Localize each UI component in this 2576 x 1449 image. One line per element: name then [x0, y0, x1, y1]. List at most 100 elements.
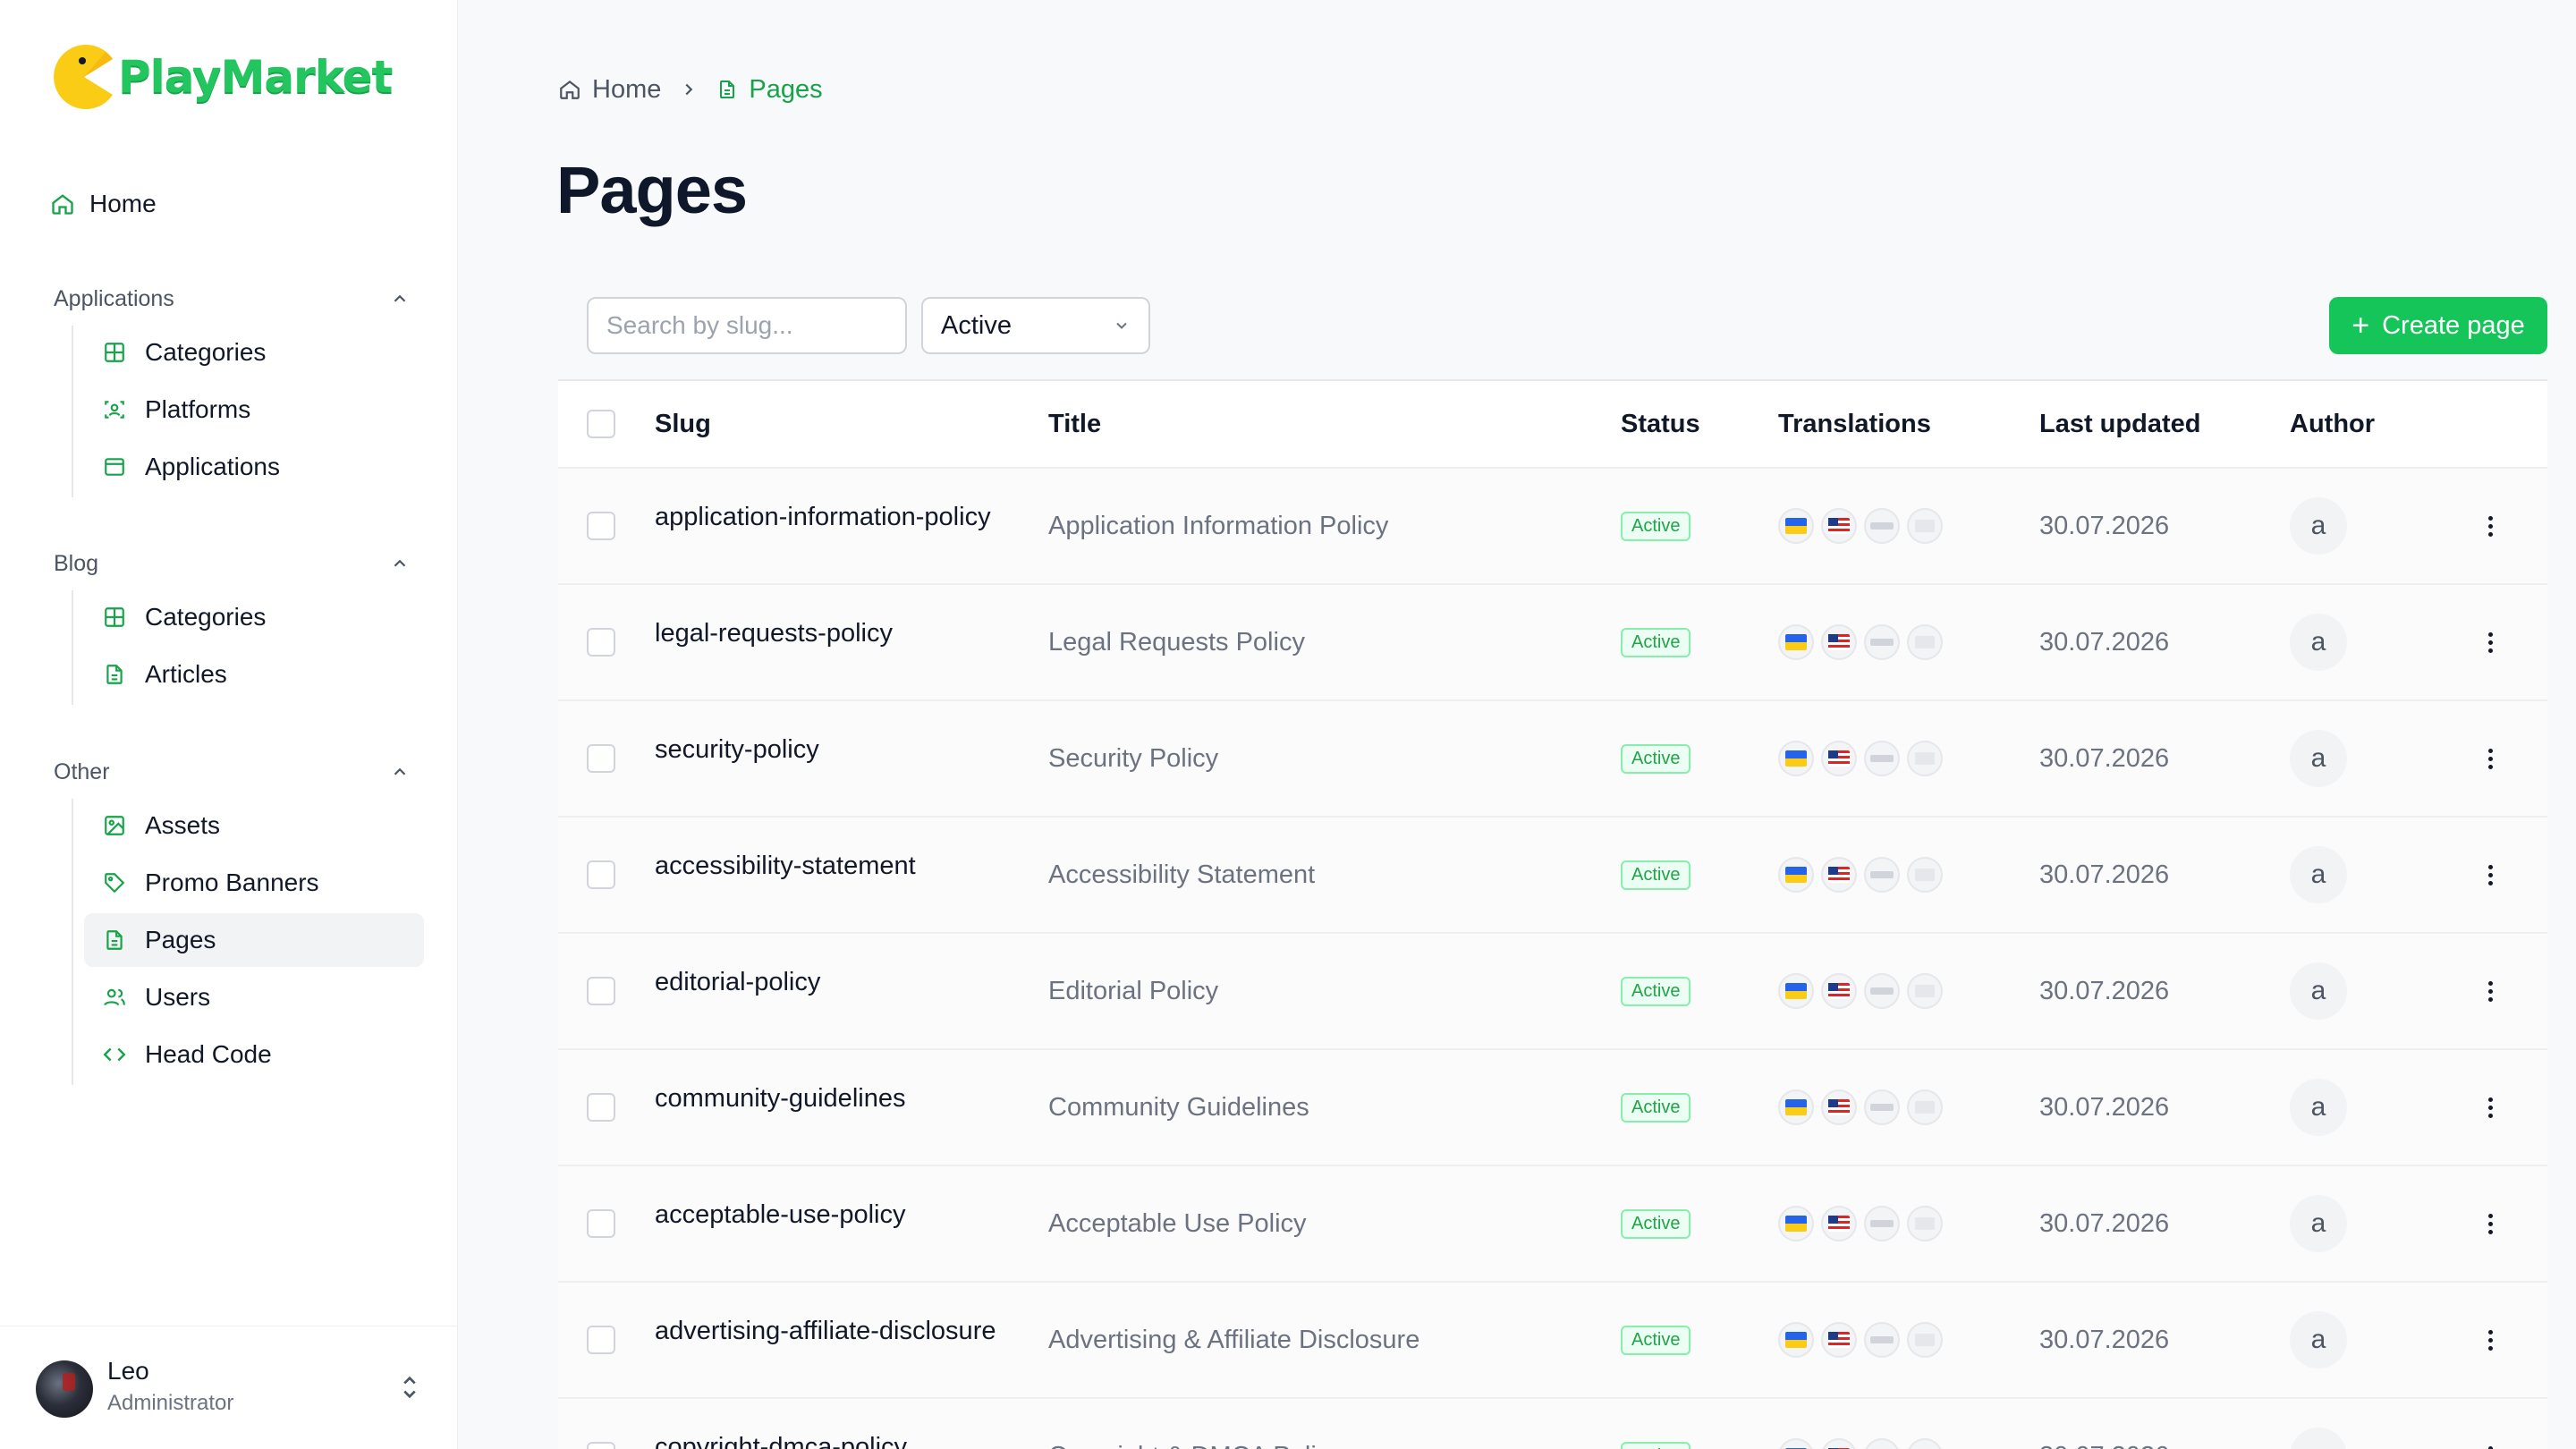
- more-vertical-icon[interactable]: [2488, 864, 2493, 886]
- table-row[interactable]: legal-requests-policy Legal Requests Pol…: [558, 585, 2547, 701]
- sidebar-item-platforms[interactable]: Platforms: [84, 383, 424, 436]
- column-slug[interactable]: Slug: [655, 381, 711, 467]
- missing-translation-icon[interactable]: [1907, 1322, 1943, 1358]
- more-vertical-icon[interactable]: [2488, 1097, 2493, 1118]
- row-slug[interactable]: legal-requests-policy: [655, 585, 893, 699]
- sidebar-item-assets[interactable]: Assets: [84, 799, 424, 852]
- us-flag-icon[interactable]: [1821, 1438, 1857, 1449]
- table-row[interactable]: editorial-policy Editorial Policy Active…: [558, 934, 2547, 1050]
- missing-translation-icon[interactable]: [1864, 1322, 1900, 1358]
- status-filter-select[interactable]: Active: [921, 297, 1150, 354]
- more-vertical-icon[interactable]: [2488, 515, 2493, 537]
- row-slug[interactable]: editorial-policy: [655, 934, 820, 1048]
- ukraine-flag-icon[interactable]: [1778, 1206, 1814, 1241]
- us-flag-icon[interactable]: [1821, 1322, 1857, 1358]
- more-vertical-icon[interactable]: [2488, 748, 2493, 769]
- sidebar-item-home[interactable]: Home: [50, 186, 157, 222]
- missing-translation-icon[interactable]: [1864, 624, 1900, 660]
- more-vertical-icon[interactable]: [2488, 980, 2493, 1002]
- missing-translation-icon[interactable]: [1907, 1206, 1943, 1241]
- user-role: Administrator: [107, 1391, 234, 1415]
- row-slug[interactable]: advertising-affiliate-disclosure: [655, 1283, 996, 1397]
- table-row[interactable]: accessibility-statement Accessibility St…: [558, 818, 2547, 934]
- us-flag-icon[interactable]: [1821, 1206, 1857, 1241]
- missing-translation-icon[interactable]: [1907, 624, 1943, 660]
- ukraine-flag-icon[interactable]: [1778, 1438, 1814, 1449]
- row-slug[interactable]: application-information-policy: [655, 469, 991, 583]
- more-vertical-icon[interactable]: [2488, 1329, 2493, 1351]
- brand-logo[interactable]: PlayMarket: [50, 43, 393, 111]
- table-row[interactable]: copyright-dmca-policy Copyright & DMCA P…: [558, 1399, 2547, 1449]
- ukraine-flag-icon[interactable]: [1778, 973, 1814, 1009]
- ukraine-flag-icon[interactable]: [1778, 1322, 1814, 1358]
- sidebar-item-applications[interactable]: Applications: [84, 440, 424, 494]
- row-checkbox[interactable]: [587, 1209, 615, 1238]
- missing-translation-icon[interactable]: [1907, 1438, 1943, 1449]
- us-flag-icon[interactable]: [1821, 508, 1857, 544]
- missing-translation-icon[interactable]: [1864, 1089, 1900, 1125]
- breadcrumb-home[interactable]: Home: [558, 75, 661, 105]
- row-checkbox[interactable]: [587, 1326, 615, 1354]
- row-checkbox[interactable]: [587, 860, 615, 889]
- missing-translation-icon[interactable]: [1864, 508, 1900, 544]
- more-vertical-icon[interactable]: [2488, 631, 2493, 653]
- table-row[interactable]: security-policy Security Policy Active 3…: [558, 701, 2547, 818]
- row-checkbox[interactable]: [587, 1442, 615, 1449]
- missing-translation-icon[interactable]: [1864, 1206, 1900, 1241]
- sidebar-group-blog[interactable]: Blog: [54, 547, 410, 580]
- us-flag-icon[interactable]: [1821, 857, 1857, 893]
- missing-translation-icon[interactable]: [1907, 508, 1943, 544]
- sidebar-item-articles[interactable]: Articles: [84, 648, 424, 701]
- row-slug[interactable]: acceptable-use-policy: [655, 1166, 905, 1281]
- sidebar-item-pages[interactable]: Pages: [84, 913, 424, 967]
- select-all-checkbox[interactable]: [587, 410, 615, 438]
- missing-translation-icon[interactable]: [1864, 741, 1900, 776]
- search-input[interactable]: [587, 297, 907, 354]
- sidebar-item-promo-banners[interactable]: Promo Banners: [84, 856, 424, 910]
- column-title[interactable]: Title: [1048, 381, 1101, 467]
- ukraine-flag-icon[interactable]: [1778, 741, 1814, 776]
- row-checkbox[interactable]: [587, 744, 615, 773]
- sidebar-item-blog-categories[interactable]: Categories: [84, 590, 424, 644]
- create-page-button[interactable]: + Create page: [2329, 297, 2547, 354]
- row-checkbox[interactable]: [587, 512, 615, 540]
- table-row[interactable]: advertising-affiliate-disclosure Adverti…: [558, 1283, 2547, 1399]
- ukraine-flag-icon[interactable]: [1778, 857, 1814, 893]
- sidebar-group-other[interactable]: Other: [54, 756, 410, 788]
- table-row[interactable]: application-information-policy Applicati…: [558, 469, 2547, 585]
- us-flag-icon[interactable]: [1821, 624, 1857, 660]
- us-flag-icon[interactable]: [1821, 741, 1857, 776]
- user-menu[interactable]: Leo Administrator: [0, 1326, 458, 1449]
- missing-translation-icon[interactable]: [1907, 1089, 1943, 1125]
- us-flag-icon[interactable]: [1821, 973, 1857, 1009]
- row-slug[interactable]: copyright-dmca-policy: [655, 1399, 907, 1449]
- row-slug[interactable]: security-policy: [655, 701, 819, 816]
- row-slug[interactable]: accessibility-statement: [655, 818, 916, 932]
- missing-translation-icon[interactable]: [1907, 741, 1943, 776]
- chevrons-up-down-icon[interactable]: [397, 1373, 422, 1402]
- column-last-updated[interactable]: Last updated: [2039, 381, 2200, 467]
- sidebar-item-users[interactable]: Users: [84, 970, 424, 1024]
- missing-translation-icon[interactable]: [1864, 973, 1900, 1009]
- column-status[interactable]: Status: [1621, 381, 1700, 467]
- sidebar-item-head-code[interactable]: Head Code: [84, 1028, 424, 1081]
- missing-translation-icon[interactable]: [1907, 857, 1943, 893]
- sidebar-item-app-categories[interactable]: Categories: [84, 326, 424, 379]
- more-vertical-icon[interactable]: [2488, 1445, 2493, 1449]
- ukraine-flag-icon[interactable]: [1778, 624, 1814, 660]
- missing-translation-icon[interactable]: [1864, 857, 1900, 893]
- table-row[interactable]: community-guidelines Community Guideline…: [558, 1050, 2547, 1166]
- ukraine-flag-icon[interactable]: [1778, 508, 1814, 544]
- row-checkbox[interactable]: [587, 1093, 615, 1122]
- missing-translation-icon[interactable]: [1864, 1438, 1900, 1449]
- table-row[interactable]: acceptable-use-policy Acceptable Use Pol…: [558, 1166, 2547, 1283]
- ukraine-flag-icon[interactable]: [1778, 1089, 1814, 1125]
- missing-translation-icon[interactable]: [1907, 973, 1943, 1009]
- sidebar-group-applications[interactable]: Applications: [54, 283, 410, 315]
- more-vertical-icon[interactable]: [2488, 1213, 2493, 1234]
- sidebar-item-label: Categories: [145, 338, 267, 366]
- us-flag-icon[interactable]: [1821, 1089, 1857, 1125]
- row-checkbox[interactable]: [587, 977, 615, 1005]
- row-checkbox[interactable]: [587, 628, 615, 657]
- row-slug[interactable]: community-guidelines: [655, 1050, 905, 1165]
